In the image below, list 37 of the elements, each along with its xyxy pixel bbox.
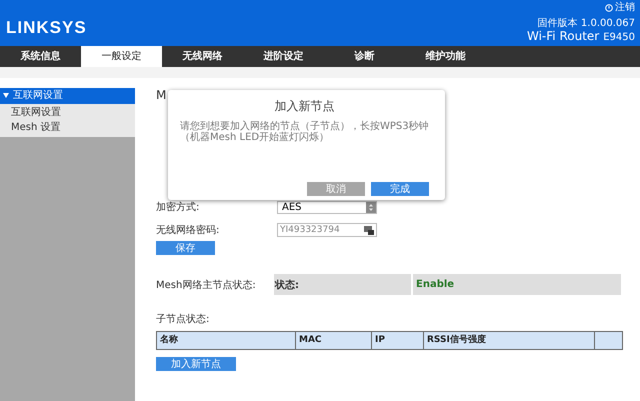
dialog-title: 加入新节点 (274, 98, 336, 115)
keyboard-icon (364, 226, 374, 234)
logo: LINKSYS (6, 18, 87, 38)
sidebar-item[interactable]: Mesh 设置 (0, 120, 135, 135)
column-header: IP (372, 332, 424, 349)
section-heading: M (156, 88, 166, 104)
firmware-version: 固件版本 1.0.00.067 (538, 18, 635, 29)
nav-tab[interactable]: 无线网络 (162, 46, 243, 67)
sidebar-item[interactable]: 互联网设置 (0, 105, 135, 120)
status-value-cell: Enable (413, 274, 621, 295)
nav-tab[interactable]: 进阶设定 (243, 46, 324, 67)
group-label: 互联网设置 (13, 90, 63, 101)
encryption-select[interactable]: AES (277, 200, 377, 214)
sidebar-group[interactable]: 互联网设置 (0, 88, 135, 104)
column-header: 名称 (157, 332, 296, 349)
child-nodes-label: 子节点状态: (156, 312, 210, 326)
spinner-icon (366, 202, 376, 212)
add-node-button[interactable]: 加入新节点 (156, 357, 236, 371)
caret-icon (3, 93, 9, 98)
save-button[interactable]: 保存 (156, 241, 215, 255)
logout-link[interactable]: 注销 (615, 2, 635, 13)
dialog-message: 请您到想要加入网络的节点（子节点），长按WPS3秒钟（机器Mesh LED开始蓝灯闪烁） (180, 121, 429, 145)
mesh-status-label: Mesh网络主节点状态: (156, 278, 257, 292)
power-icon (605, 4, 613, 12)
nav-tab[interactable]: 一般设定 (81, 46, 162, 67)
field-label: 无线网络密码: (156, 224, 220, 237)
nav-tab[interactable]: 维护功能 (405, 46, 486, 67)
confirm-button[interactable]: 完成 (371, 182, 429, 196)
password-field[interactable]: YI493323794 (277, 223, 377, 237)
product-name: Wi-Fi Router (527, 29, 600, 43)
nav-tab[interactable]: 系统信息 (0, 46, 81, 67)
field-label: 加密方式: (156, 200, 200, 214)
column-header: MAC (296, 332, 372, 349)
model-number: E9450 (603, 31, 635, 45)
column-header: RSSI信号强度 (424, 332, 595, 349)
status-key-cell: 状态: (274, 274, 411, 295)
nav-tab[interactable]: 诊断 (324, 46, 405, 67)
